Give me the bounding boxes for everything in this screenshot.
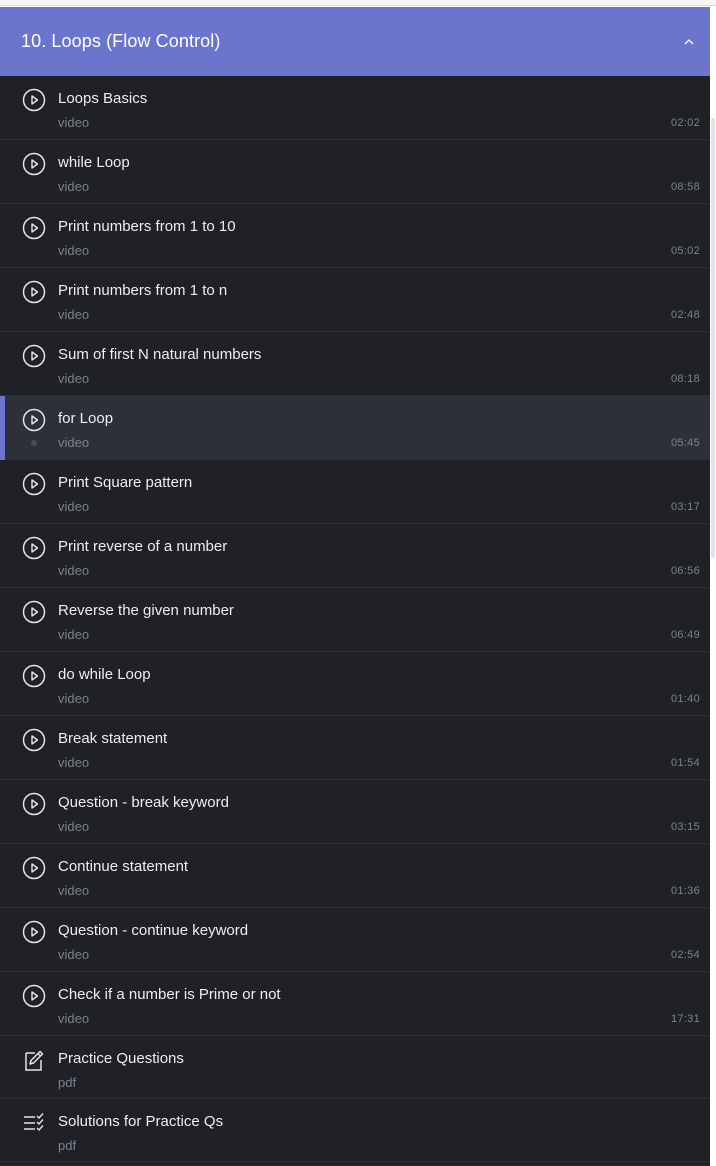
- play-circle-icon: [22, 216, 46, 240]
- play-circle-icon: [22, 792, 46, 816]
- play-circle-icon: [22, 984, 46, 1008]
- play-circle-icon: [22, 152, 46, 176]
- lecture-title: Print reverse of a number: [58, 538, 228, 555]
- lecture-item[interactable]: Print numbers from 1 to 10 video 05:02: [0, 204, 710, 268]
- lecture-item[interactable]: Practice Questions pdf: [0, 1036, 710, 1099]
- lecture-item[interactable]: while Loop video 08:58: [0, 140, 710, 204]
- top-edge: [0, 0, 716, 6]
- lecture-type: video: [58, 627, 90, 642]
- lecture-duration: 08:18: [670, 373, 700, 385]
- lecture-title: Check if a number is Prime or not: [58, 986, 281, 1003]
- lecture-duration: 03:17: [670, 501, 700, 513]
- lecture-type: video: [58, 883, 90, 898]
- lecture-title: Print numbers from 1 to n: [58, 282, 228, 299]
- play-circle-icon: [22, 856, 46, 880]
- lecture-item[interactable]: Check if a number is Prime or not video 17…: [0, 972, 710, 1036]
- lecture-title: Continue statement: [58, 858, 189, 875]
- lecture-duration: 01:40: [670, 693, 700, 705]
- lecture-duration: 05:02: [670, 245, 700, 257]
- lecture-item[interactable]: do while Loop video 01:40: [0, 652, 710, 716]
- play-circle-icon: [22, 88, 46, 112]
- play-circle-icon: [22, 280, 46, 304]
- lecture-item[interactable]: Question - break keyword video 03:15: [0, 780, 710, 844]
- lecture-type: video: [58, 115, 90, 130]
- lecture-duration: 05:45: [670, 437, 700, 449]
- chevron-up-icon[interactable]: [682, 35, 696, 49]
- lecture-type: video: [58, 947, 90, 962]
- lecture-type: video: [58, 371, 90, 386]
- course-section-panel: 10. Loops (Flow Control) Loops Basics vid…: [0, 7, 710, 1166]
- lecture-type: video: [58, 243, 90, 258]
- lecture-title: Question - continue keyword: [58, 922, 249, 939]
- lecture-type: video: [58, 755, 90, 770]
- play-circle-icon: [22, 408, 46, 432]
- lecture-type: pdf: [58, 1075, 77, 1090]
- lecture-title: Break statement: [58, 730, 168, 747]
- lecture-item[interactable]: Print reverse of a number video 06:56: [0, 524, 710, 588]
- lecture-duration: 06:56: [670, 565, 700, 577]
- play-circle-icon: [22, 664, 46, 688]
- lecture-duration: 08:58: [670, 181, 700, 193]
- lecture-duration: 01:54: [670, 757, 700, 769]
- lecture-type: video: [58, 819, 90, 834]
- play-circle-icon: [22, 600, 46, 624]
- lecture-type: video: [58, 179, 90, 194]
- lecture-item[interactable]: Loops Basics video 02:02: [0, 76, 710, 140]
- lecture-title: Loops Basics: [58, 90, 148, 107]
- lecture-type: video: [58, 691, 90, 706]
- lecture-item[interactable]: Reverse the given number video 06:49: [0, 588, 710, 652]
- lecture-title: Print numbers from 1 to 10: [58, 218, 236, 235]
- lecture-type: video: [58, 563, 90, 578]
- lecture-title: Practice Questions: [58, 1050, 184, 1067]
- lecture-title: Print Square pattern: [58, 474, 193, 491]
- play-circle-icon: [22, 920, 46, 944]
- lecture-type: video: [58, 435, 90, 450]
- section-title: 10. Loops (Flow Control): [21, 31, 221, 51]
- lecture-item[interactable]: Continue statement video 01:36: [0, 844, 710, 908]
- lecture-duration: 02:48: [670, 309, 700, 321]
- lecture-item[interactable]: Print numbers from 1 to n video 02:48: [0, 268, 710, 332]
- checklist-icon: [22, 1111, 46, 1135]
- lecture-title: do while Loop: [58, 666, 151, 683]
- lecture-title: while Loop: [58, 154, 130, 171]
- section-header[interactable]: 10. Loops (Flow Control): [0, 7, 710, 76]
- lecture-item[interactable]: Break statement video 01:54: [0, 716, 710, 780]
- lecture-type: video: [58, 307, 90, 322]
- edit-document-icon: [22, 1048, 46, 1072]
- lecture-type: video: [58, 1011, 90, 1026]
- lecture-type: pdf: [58, 1138, 77, 1153]
- lecture-list: Loops Basics video 02:02 while Loop video 08:…: [0, 76, 710, 1162]
- play-circle-icon: [22, 472, 46, 496]
- lecture-title: Sum of first N natural numbers: [58, 346, 262, 363]
- lecture-duration: 01:36: [670, 885, 700, 897]
- lecture-duration: 02:02: [670, 117, 700, 129]
- lecture-title: Solutions for Practice Qs: [58, 1113, 224, 1130]
- lecture-duration: 03:15: [670, 821, 700, 833]
- lecture-title: for Loop: [58, 410, 114, 427]
- play-circle-icon: [22, 344, 46, 368]
- lecture-item[interactable]: Sum of first N natural numbers video 08:18: [0, 332, 710, 396]
- lecture-item[interactable]: for Loop video 05:45: [0, 396, 710, 460]
- lecture-title: Question - break keyword: [58, 794, 229, 811]
- lecture-title: Reverse the given number: [58, 602, 234, 619]
- lecture-item[interactable]: Solutions for Practice Qs pdf: [0, 1099, 710, 1162]
- lecture-type: video: [58, 499, 90, 514]
- scrollbar-thumb[interactable]: [711, 118, 715, 558]
- lecture-duration: 02:54: [670, 949, 700, 961]
- play-circle-icon: [22, 536, 46, 560]
- lecture-duration: 06:49: [670, 629, 700, 641]
- lecture-item[interactable]: Print Square pattern video 03:17: [0, 460, 710, 524]
- lecture-duration: 17:31: [670, 1013, 700, 1025]
- progress-dot: [31, 440, 37, 446]
- lecture-item[interactable]: Question - continue keyword video 02:54: [0, 908, 710, 972]
- play-circle-icon: [22, 728, 46, 752]
